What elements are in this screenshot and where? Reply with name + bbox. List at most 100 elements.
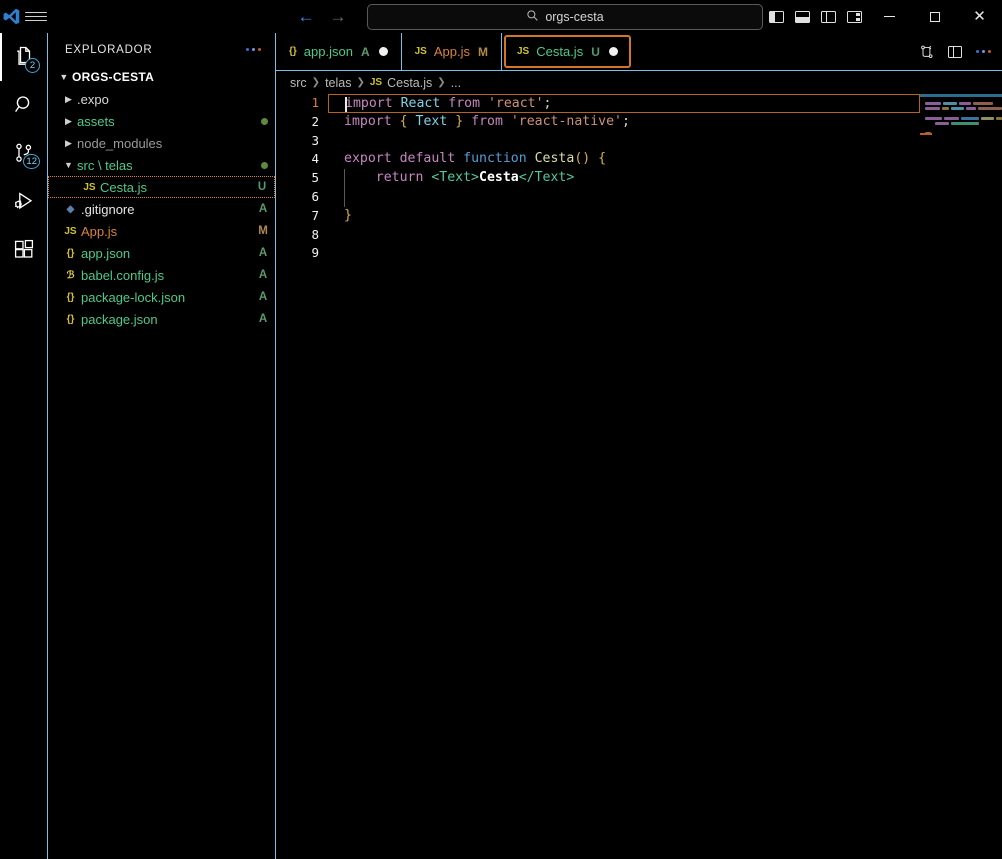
layout-sidebar-left-icon — [768, 10, 784, 23]
source-control-badge: 12 — [23, 154, 40, 169]
tree-file-row[interactable]: {} package.json A — [48, 308, 275, 330]
sidebar-item-search[interactable] — [0, 81, 47, 129]
text-cursor — [345, 97, 347, 112]
chevron-right-icon: ❯ — [356, 77, 365, 88]
breadcrumb-item-3[interactable]: ... — [451, 76, 461, 90]
tree-folder-row[interactable]: ▶ assets — [48, 110, 275, 132]
hamburger-menu-icon[interactable] — [22, 0, 49, 33]
line-number: 8 — [311, 226, 319, 242]
tree-file-row[interactable]: JS Cesta.js U — [48, 176, 275, 198]
sidebar-item-run-and-debug[interactable] — [0, 177, 47, 225]
tab-git-status: M — [478, 44, 488, 59]
tree-item-label: App.js — [81, 223, 118, 239]
code-token: } — [344, 207, 352, 223]
tree-folder-row[interactable]: ▶ node_modules — [48, 132, 275, 154]
explorer-title: EXPLORADOR — [65, 43, 153, 56]
workspace-root-row[interactable]: ▼ ORGS-CESTA — [48, 66, 275, 88]
source-control-graph-button[interactable] — [914, 33, 940, 70]
code-line[interactable]: } — [328, 207, 1002, 226]
minimap-segment — [943, 117, 959, 120]
minimap-segment — [959, 102, 971, 105]
code-token: 'react' — [487, 96, 544, 111]
tab-label: App.js — [433, 44, 470, 59]
arrow-left-icon[interactable]: ← — [295, 6, 317, 28]
code-line[interactable]: import { Text } from 'react-native'; — [328, 113, 1002, 132]
arrow-right-icon[interactable]: → — [327, 6, 349, 28]
code-line[interactable] — [328, 226, 1002, 245]
breadcrumb-item-1[interactable]: telas — [325, 76, 351, 90]
tree-file-row[interactable]: ℬbabel.config.js A — [48, 264, 275, 286]
more-editor-actions-button[interactable] — [970, 33, 996, 70]
editor-tab[interactable]: JS App.js M — [401, 33, 502, 70]
code-line[interactable]: import React from 'react'; — [328, 94, 920, 113]
chevron-right-icon[interactable]: ▶ — [60, 116, 77, 127]
code-line[interactable] — [328, 132, 1002, 151]
breadcrumb-item-0[interactable]: src — [290, 76, 307, 90]
code-line[interactable]: return <Text>Cesta</Text> — [328, 169, 1002, 188]
minimize-window-button[interactable] — [867, 0, 912, 33]
toggle-panel[interactable] — [789, 0, 815, 33]
minimap-segment — [925, 122, 933, 125]
breadcrumb-item-2[interactable]: Cesta.js — [387, 76, 432, 90]
git-status-badge: A — [258, 313, 268, 325]
split-editor-icon — [948, 45, 962, 58]
maximize-icon — [929, 11, 940, 22]
tree-folder-row[interactable]: ▶ .expo — [48, 88, 275, 110]
toggle-primary-sidebar[interactable] — [763, 0, 789, 33]
sidebar-item-source-control[interactable]: 12 — [0, 129, 47, 177]
tab-label: Cesta.js — [536, 44, 584, 59]
file-type-icon: JS — [414, 46, 427, 57]
minimap-segment — [973, 102, 993, 105]
chevron-down-icon[interactable]: ▼ — [60, 160, 77, 170]
file-type-icon: JS — [517, 46, 530, 57]
split-editor-button[interactable] — [942, 33, 968, 70]
file-type-icon: JS — [64, 225, 77, 237]
tree-item-label: babel.config.js — [81, 267, 165, 283]
customize-layout[interactable] — [841, 0, 867, 33]
code-line[interactable] — [328, 244, 1002, 263]
tab-dirty-indicator[interactable] — [378, 47, 388, 56]
minimap[interactable] — [920, 94, 1002, 859]
folder-change-dot — [253, 161, 275, 169]
line-number: 5 — [311, 170, 319, 186]
git-status-badge: A — [258, 203, 268, 215]
git-status-badge: A — [258, 269, 268, 281]
code-token: () — [574, 151, 591, 167]
minimap-line — [920, 131, 1002, 136]
minimap-segment — [925, 102, 941, 105]
close-window-button[interactable]: ✕ — [957, 0, 1002, 33]
code-token: <Text> — [431, 170, 479, 186]
maximize-window-button[interactable] — [912, 0, 957, 33]
code-line[interactable]: export default function Cesta() { — [328, 150, 1002, 169]
code-editor[interactable]: 123456789 import React from 'react'; impo… — [276, 94, 1002, 859]
minimize-icon — [884, 15, 895, 18]
tree-folder-row[interactable]: ▼ src \ telas — [48, 154, 275, 176]
sidebar-item-explorer[interactable]: 2 — [0, 33, 47, 81]
search-input[interactable]: orgs-cesta — [367, 3, 763, 30]
chevron-right-icon: ❯ — [311, 77, 321, 88]
extensions-icon — [14, 239, 33, 258]
editor-tab[interactable]: JS Cesta.js U — [504, 35, 631, 68]
minimap-segment — [996, 117, 1002, 120]
toggle-secondary-sidebar[interactable] — [815, 0, 841, 33]
editor-tab[interactable]: {} app.json A — [276, 33, 402, 70]
activity-bar: 2 12 — [0, 33, 48, 859]
tree-file-row[interactable]: ◆ .gitignore A — [48, 198, 275, 220]
code-lines[interactable]: import React from 'react'; import { Text … — [328, 94, 1002, 263]
tree-file-row[interactable]: JS App.js M — [48, 220, 275, 242]
tab-dirty-indicator[interactable] — [608, 47, 618, 56]
tree-item-label: package-lock.json — [81, 289, 186, 305]
chevron-right-icon[interactable]: ▶ — [60, 94, 77, 105]
chevron-right-icon[interactable]: ▶ — [60, 138, 77, 149]
sidebar-item-extensions[interactable] — [0, 225, 47, 273]
minimap-segment — [978, 107, 1002, 110]
tree-file-row[interactable]: {} package-lock.json A — [48, 286, 275, 308]
code-line[interactable] — [328, 187, 1002, 207]
ellipsis-icon[interactable] — [242, 44, 265, 55]
tree-file-row[interactable]: {} app.json A — [48, 242, 275, 264]
